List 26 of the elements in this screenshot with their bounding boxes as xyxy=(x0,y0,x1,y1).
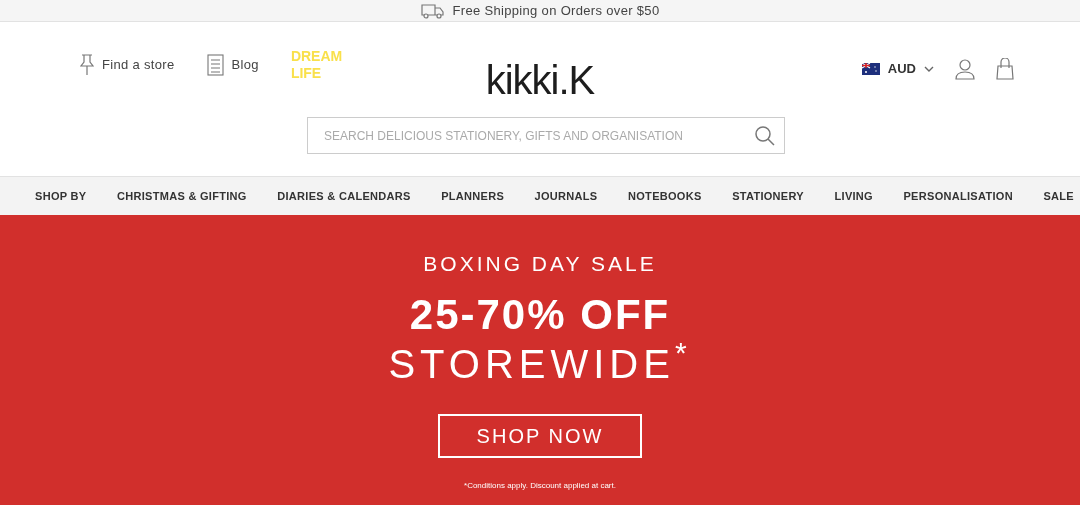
nav-link[interactable]: JOURNALS xyxy=(534,187,598,205)
currency-selector[interactable]: AUD xyxy=(861,59,934,79)
shopping-bag-icon[interactable] xyxy=(996,58,1014,80)
banner-eyebrow: BOXING DAY SALE xyxy=(423,251,657,277)
nav-link[interactable]: DIARIES & CALENDARS xyxy=(277,187,411,205)
find-store-link[interactable]: Find a store xyxy=(80,54,175,76)
nav-link[interactable]: CHRISTMAS & GIFTING xyxy=(116,187,247,205)
promo-text: Free Shipping on Orders over $50 xyxy=(452,1,660,20)
chevron-down-icon xyxy=(924,66,934,72)
banner-headline: 25-70% OFF xyxy=(409,293,671,336)
flag-icon xyxy=(861,63,880,75)
nav-link[interactable]: PLANNERS xyxy=(441,187,505,205)
nav-link[interactable]: STATIONERY xyxy=(732,187,804,205)
site-logo[interactable]: kikki.K xyxy=(485,50,595,110)
fine-print: *Conditions apply. Discount applied at cart. xyxy=(464,479,616,492)
nav-link[interactable]: SHOP BY xyxy=(35,187,87,205)
nav-link[interactable]: PERSONALISATION xyxy=(903,187,1013,205)
nav-link[interactable]: NOTEBOOKS xyxy=(628,187,702,205)
nav-link[interactable]: SALE xyxy=(1043,187,1074,205)
banner-subhead: STOREWIDE$^{*}$ xyxy=(388,343,692,384)
shop-now-button[interactable]: SHOP NOW xyxy=(438,413,642,458)
document-icon xyxy=(206,54,224,76)
pushpin-icon xyxy=(80,54,94,76)
blog-link[interactable]: Blog xyxy=(206,54,259,76)
account-icon[interactable] xyxy=(954,58,976,80)
nav-link[interactable]: LIVING xyxy=(834,187,873,205)
